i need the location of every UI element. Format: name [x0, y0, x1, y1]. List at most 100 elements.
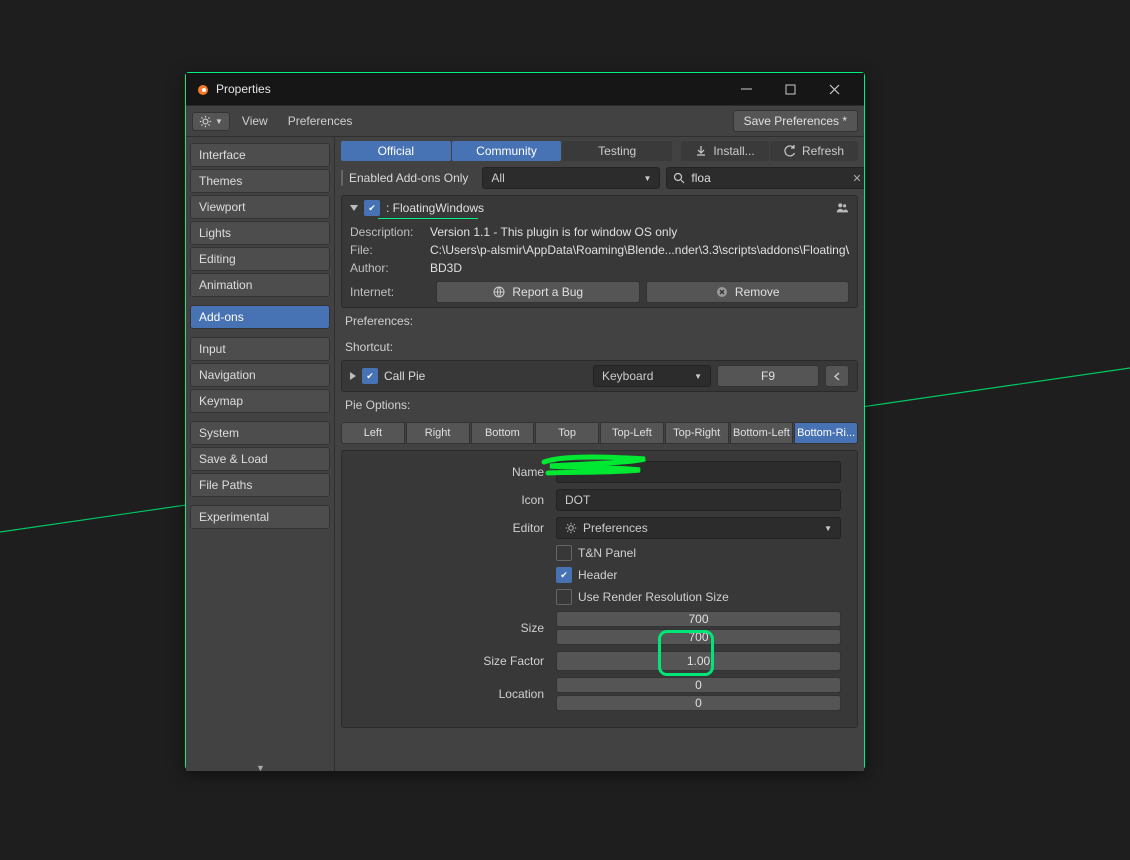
editor-dropdown[interactable]: Preferences ▼: [556, 517, 841, 539]
sidebar-item-navigation[interactable]: Navigation: [190, 363, 330, 387]
enabled-addons-only-label: Enabled Add-ons Only: [349, 171, 468, 185]
use-render-resolution-checkbox[interactable]: [556, 589, 572, 605]
size-factor-field[interactable]: 1.00: [556, 651, 841, 671]
sidebar-item-lights[interactable]: Lights: [190, 221, 330, 245]
sidebar-item-file-paths[interactable]: File Paths: [190, 473, 330, 497]
sidebar-item-save-load[interactable]: Save & Load: [190, 447, 330, 471]
sidebar-item-add-ons[interactable]: Add-ons: [190, 305, 330, 329]
scroll-indicator-icon: ▼: [256, 763, 265, 773]
close-button[interactable]: [812, 75, 856, 103]
desc-label: Description:: [350, 225, 430, 239]
tab-testing[interactable]: Testing: [562, 141, 672, 161]
report-bug-button[interactable]: Report a Bug: [436, 281, 640, 303]
pie-tab-bottom-ri-[interactable]: Bottom-Ri...: [794, 422, 858, 444]
shortcut-row: Call Pie Keyboard ▼ F9: [341, 360, 858, 392]
search-field[interactable]: ✕: [666, 167, 864, 189]
editor-label: Editor: [358, 521, 550, 535]
sidebar-item-interface[interactable]: Interface: [190, 143, 330, 167]
search-icon: [673, 172, 685, 184]
author-value: BD3D: [430, 261, 849, 275]
preferences-menu[interactable]: Preferences: [280, 112, 361, 130]
header-label: Header: [578, 568, 617, 582]
pie-tab-top-right[interactable]: Top-Right: [665, 422, 729, 444]
disclosure-triangle-icon[interactable]: [350, 205, 358, 211]
pie-tab-left[interactable]: Left: [341, 422, 405, 444]
community-icon: [835, 201, 849, 215]
key-binding-field[interactable]: F9: [717, 365, 819, 387]
view-menu[interactable]: View: [234, 112, 276, 130]
pie-tab-bottom[interactable]: Bottom: [471, 422, 535, 444]
install-button[interactable]: Install...: [681, 141, 769, 161]
name-label: Name: [358, 465, 550, 479]
category-sidebar: ▼ InterfaceThemesViewportLightsEditingAn…: [186, 137, 335, 771]
sidebar-item-experimental[interactable]: Experimental: [190, 505, 330, 529]
clear-search-icon[interactable]: ✕: [852, 172, 861, 185]
minimize-button[interactable]: [724, 75, 768, 103]
size-y-field[interactable]: 700: [556, 629, 841, 645]
header-checkbox[interactable]: [556, 567, 572, 583]
category-dropdown[interactable]: All ▼: [482, 167, 660, 189]
location-y-field[interactable]: 0: [556, 695, 841, 711]
menubar: ▼ View Preferences Save Preferences *: [186, 106, 864, 137]
gear-icon: [565, 522, 577, 534]
pie-options-label: Pie Options:: [341, 392, 858, 418]
file-label: File:: [350, 243, 430, 257]
save-preferences-button[interactable]: Save Preferences *: [733, 110, 858, 132]
tn-panel-label: T&N Panel: [578, 546, 636, 560]
remove-icon: [715, 285, 729, 299]
pie-position-tabs: LeftRightBottomTopTop-LeftTop-RightBotto…: [341, 422, 858, 444]
titlebar: Properties: [186, 73, 864, 106]
editor-value: Preferences: [583, 521, 648, 535]
use-render-resolution-label: Use Render Resolution Size: [578, 590, 729, 604]
author-label: Author:: [350, 261, 430, 275]
sidebar-item-animation[interactable]: Animation: [190, 273, 330, 297]
sidebar-item-viewport[interactable]: Viewport: [190, 195, 330, 219]
preferences-window: Properties ▼ View Preferences Save Prefe…: [185, 72, 865, 770]
pie-tab-bottom-left[interactable]: Bottom-Left: [730, 422, 794, 444]
file-value: C:\Users\p-alsmir\AppData\Roaming\Blende…: [430, 243, 849, 257]
preferences-label: Preferences:: [341, 308, 858, 334]
sidebar-item-input[interactable]: Input: [190, 337, 330, 361]
refresh-label: Refresh: [802, 144, 844, 158]
desc-value: Version 1.1 - This plugin is for window …: [430, 225, 849, 239]
size-factor-label: Size Factor: [358, 654, 550, 668]
search-input[interactable]: [689, 170, 848, 186]
sidebar-item-system[interactable]: System: [190, 421, 330, 445]
addon-underline: [378, 218, 478, 219]
pie-form: Name Icon DOT Editor Preferences ▼: [341, 450, 858, 728]
disclosure-triangle-icon[interactable]: [350, 372, 356, 380]
remove-label: Remove: [735, 285, 780, 299]
maximize-button[interactable]: [768, 75, 812, 103]
name-field[interactable]: [556, 461, 841, 483]
category-value: All: [491, 171, 504, 185]
sidebar-item-keymap[interactable]: Keymap: [190, 389, 330, 413]
content-area: Official Community Testing Install... Re…: [335, 137, 864, 771]
size-label: Size: [358, 621, 550, 635]
location-x-field[interactable]: 0: [556, 677, 841, 693]
back-button[interactable]: [825, 365, 849, 387]
remove-button[interactable]: Remove: [646, 281, 850, 303]
shortcut-enable-checkbox[interactable]: [362, 368, 378, 384]
pie-tab-top[interactable]: Top: [535, 422, 599, 444]
addon-name: : FloatingWindows: [386, 201, 484, 215]
size-x-field[interactable]: 700: [556, 611, 841, 627]
icon-label: Icon: [358, 493, 550, 507]
location-label: Location: [358, 687, 550, 701]
tab-community[interactable]: Community: [452, 141, 562, 161]
sidebar-item-editing[interactable]: Editing: [190, 247, 330, 271]
input-type-dropdown[interactable]: Keyboard ▼: [593, 365, 711, 387]
refresh-icon: [784, 145, 796, 157]
blender-logo-icon: [194, 81, 210, 97]
settings-menu-button[interactable]: ▼: [192, 112, 230, 131]
enabled-addons-only-checkbox[interactable]: [341, 170, 343, 186]
sidebar-item-themes[interactable]: Themes: [190, 169, 330, 193]
icon-field[interactable]: DOT: [556, 489, 841, 511]
install-icon: [695, 145, 707, 157]
tn-panel-checkbox[interactable]: [556, 545, 572, 561]
refresh-button[interactable]: Refresh: [770, 141, 858, 161]
addon-enable-checkbox[interactable]: [364, 200, 380, 216]
pie-tab-right[interactable]: Right: [406, 422, 470, 444]
addon-entry: : FloatingWindows Description:Version 1.…: [341, 195, 858, 308]
pie-tab-top-left[interactable]: Top-Left: [600, 422, 664, 444]
tab-official[interactable]: Official: [341, 141, 451, 161]
